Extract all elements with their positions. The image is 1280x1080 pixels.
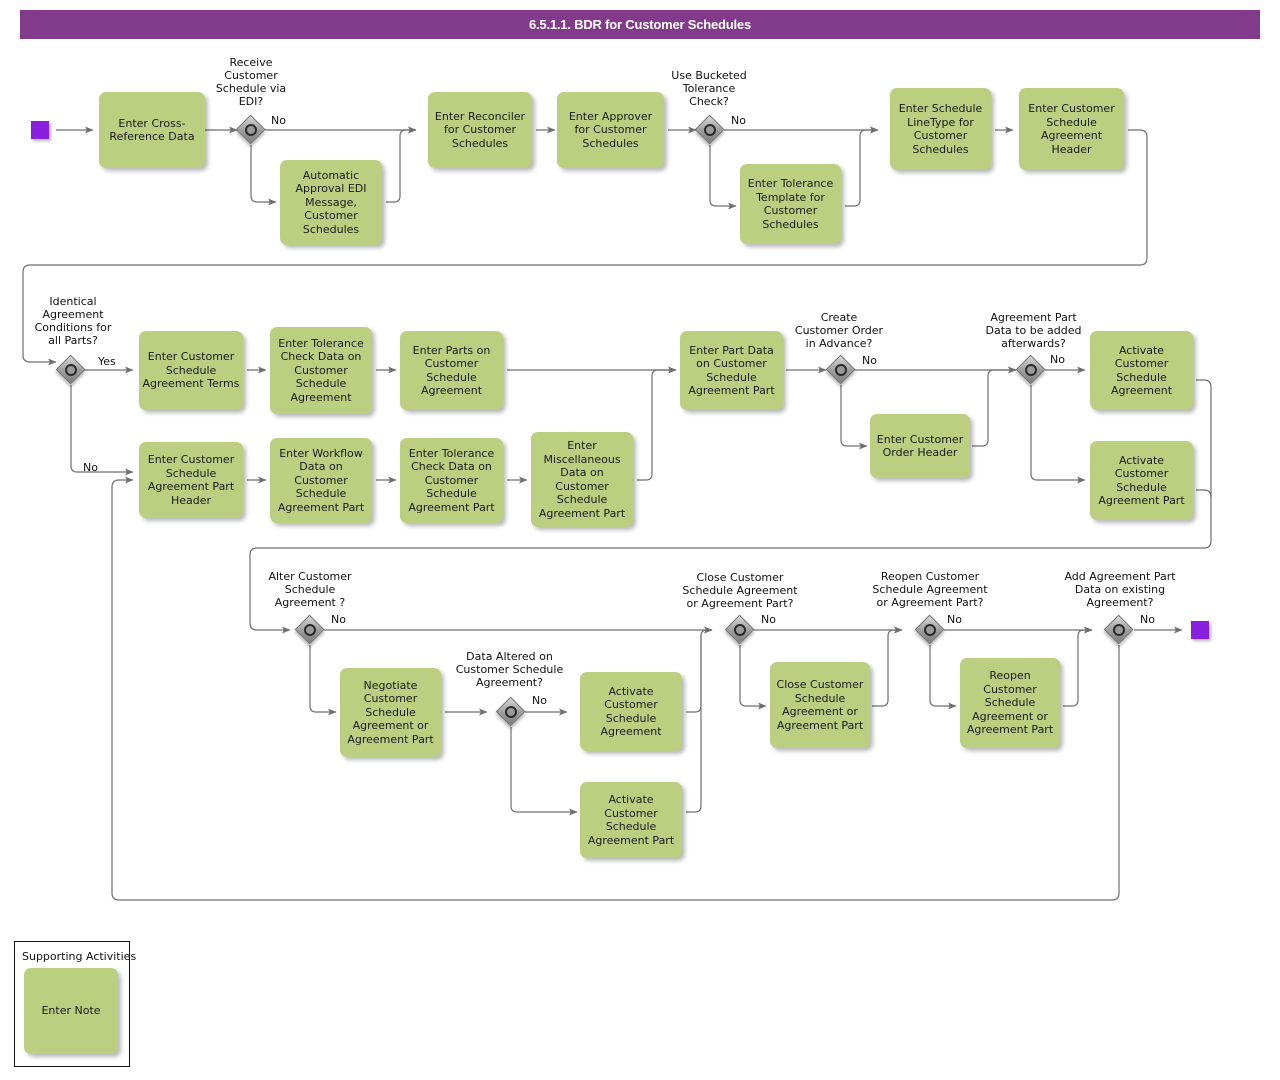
gateway-data-altered-on-customer-schedule-agreement[interactable] <box>496 697 526 727</box>
gateway-ring-icon <box>734 624 746 636</box>
edge-label-no-1: No <box>271 114 286 127</box>
gateway-use-bucketed-tolerance-check[interactable] <box>695 115 725 145</box>
edge-label-no-6: No <box>331 613 346 626</box>
start-event[interactable] <box>31 121 49 139</box>
task-reopen-customer-schedule-agreement[interactable]: Reopen Customer Schedule Agreement or Ag… <box>960 658 1060 748</box>
supporting-activities-title: Supporting Activities <box>22 950 137 963</box>
gateway-agreement-part-data-added-afterwards[interactable] <box>1016 355 1046 385</box>
task-enter-reconciler-for-customer-schedules[interactable]: Enter Reconciler for Customer Schedules <box>428 92 532 168</box>
edge-label-no-4: No <box>862 354 877 367</box>
gateway-reopen-customer-schedule-agreement[interactable] <box>915 615 945 645</box>
gateway-label-bucketed-tolerance: Use Bucketed Tolerance Check? <box>671 69 747 108</box>
edge-label-no-7: No <box>532 694 547 707</box>
edge-label-no-10: No <box>1140 613 1155 626</box>
task-automatic-approval-edi-message[interactable]: Automatic Approval EDI Message, Customer… <box>280 160 382 245</box>
task-enter-customer-schedule-agreement-header[interactable]: Enter Customer Schedule Agreement Header <box>1019 88 1124 170</box>
gateway-label-receive-edi: Receive Customer Schedule via EDI? <box>215 56 287 108</box>
gateway-identical-agreement-conditions[interactable] <box>56 355 86 385</box>
gateway-label-reopen-agreement: Reopen Customer Schedule Agreement or Ag… <box>872 570 988 609</box>
task-enter-tolerance-check-data-agreement[interactable]: Enter Tolerance Check Data on Customer S… <box>270 327 372 414</box>
end-event[interactable] <box>1191 621 1209 639</box>
task-enter-tolerance-template[interactable]: Enter Tolerance Template for Customer Sc… <box>740 164 841 244</box>
edge-label-no-9: No <box>947 613 962 626</box>
gateway-label-alter-agreement: Alter Customer Schedule Agreement ? <box>268 570 352 609</box>
task-enter-schedule-linetype[interactable]: Enter Schedule LineType for Customer Sch… <box>890 88 991 170</box>
gateway-ring-icon <box>1113 624 1125 636</box>
gateway-label-create-order-advance: Create Customer Order in Advance? <box>794 311 884 350</box>
task-activate-customer-schedule-agreement-row3[interactable]: Activate Customer Schedule Agreement <box>580 672 682 751</box>
gateway-ring-icon <box>924 624 936 636</box>
task-enter-tolerance-check-data-agreement-part[interactable]: Enter Tolerance Check Data on Customer S… <box>400 438 503 523</box>
gateway-ring-icon <box>1025 364 1037 376</box>
edge-label-no-8: No <box>761 613 776 626</box>
gateway-ring-icon <box>304 624 316 636</box>
task-negotiate-customer-schedule-agreement[interactable]: Negotiate Customer Schedule Agreement or… <box>340 668 441 757</box>
gateway-label-add-part-data: Add Agreement Part Data on existing Agre… <box>1064 570 1176 609</box>
task-enter-workflow-data-agreement-part[interactable]: Enter Workflow Data on Customer Schedule… <box>270 438 372 523</box>
edge-label-yes-3: Yes <box>98 355 116 368</box>
gateway-ring-icon <box>245 124 257 136</box>
edge-label-no-5: No <box>1050 353 1065 366</box>
gateway-ring-icon <box>835 364 847 376</box>
gateway-label-part-data-afterwards: Agreement Part Data to be added afterwar… <box>985 311 1082 350</box>
task-enter-customer-schedule-agreement-part-header[interactable]: Enter Customer Schedule Agreement Part H… <box>139 442 243 518</box>
task-enter-part-data-agreement-part[interactable]: Enter Part Data on Customer Schedule Agr… <box>680 331 783 410</box>
task-enter-note[interactable]: Enter Note <box>24 968 118 1054</box>
task-close-customer-schedule-agreement[interactable]: Close Customer Schedule Agreement or Agr… <box>770 662 870 748</box>
gateway-label-data-altered: Data Altered on Customer Schedule Agreem… <box>455 650 564 689</box>
task-enter-miscellaneous-data-agreement-part[interactable]: Enter Miscellaneous Data on Customer Sch… <box>531 432 633 527</box>
task-activate-customer-schedule-agreement-part-row2[interactable]: Activate Customer Schedule Agreement Par… <box>1090 441 1193 520</box>
gateway-create-customer-order-in-advance[interactable] <box>826 355 856 385</box>
diagram-canvas: 6.5.1.1. BDR for Customer Schedules Ente… <box>0 0 1280 1080</box>
gateway-ring-icon <box>704 124 716 136</box>
edge-label-no-2: No <box>731 114 746 127</box>
gateway-alter-customer-schedule-agreement[interactable] <box>295 615 325 645</box>
task-activate-customer-schedule-agreement-part-row3[interactable]: Activate Customer Schedule Agreement Par… <box>580 782 682 858</box>
gateway-add-agreement-part-data-existing[interactable] <box>1104 615 1134 645</box>
task-enter-customer-order-header[interactable]: Enter Customer Order Header <box>870 414 970 478</box>
gateway-label-close-agreement: Close Customer Schedule Agreement or Agr… <box>682 571 798 610</box>
gateway-receive-customer-schedule-via-edi[interactable] <box>236 115 266 145</box>
gateway-label-identical-conditions: Identical Agreement Conditions for all P… <box>34 295 112 347</box>
gateway-ring-icon <box>505 706 517 718</box>
page-title: 6.5.1.1. BDR for Customer Schedules <box>20 10 1260 39</box>
gateway-ring-icon <box>65 364 77 376</box>
edge-label-no-3: No <box>83 461 98 474</box>
task-enter-parts-on-customer-schedule-agreement[interactable]: Enter Parts on Customer Schedule Agreeme… <box>400 331 503 410</box>
gateway-close-customer-schedule-agreement[interactable] <box>725 615 755 645</box>
task-enter-customer-schedule-agreement-terms[interactable]: Enter Customer Schedule Agreement Terms <box>139 331 243 410</box>
